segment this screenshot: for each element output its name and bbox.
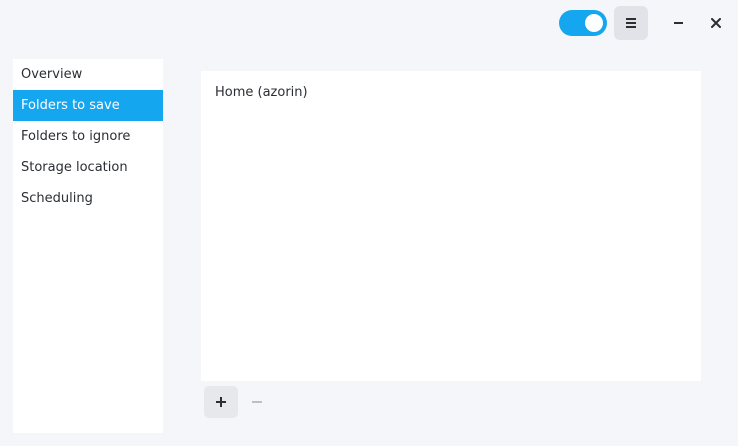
minimize-button[interactable] — [663, 8, 693, 38]
sidebar-item-folders-to-save[interactable]: Folders to save — [13, 90, 163, 121]
sidebar-item-storage-location[interactable]: Storage location — [13, 152, 163, 183]
sidebar-item-label: Folders to save — [21, 98, 120, 113]
minus-icon — [252, 401, 262, 403]
close-icon — [711, 18, 721, 28]
folder-label: Home (azorin) — [215, 85, 308, 100]
plus-icon — [216, 397, 226, 407]
sidebar-item-label: Storage location — [21, 160, 128, 175]
sidebar-item-label: Scheduling — [21, 191, 93, 206]
main-menu-button[interactable] — [614, 6, 648, 40]
app-window: Overview Folders to save Folders to igno… — [0, 0, 738, 446]
sidebar-item-folders-to-ignore[interactable]: Folders to ignore — [13, 121, 163, 152]
sidebar: Overview Folders to save Folders to igno… — [13, 59, 163, 433]
remove-folder-button[interactable] — [240, 386, 274, 418]
sidebar-item-label: Folders to ignore — [21, 129, 131, 144]
sidebar-item-overview[interactable]: Overview — [13, 59, 163, 90]
hamburger-menu-icon — [626, 18, 636, 28]
sidebar-item-label: Overview — [21, 67, 83, 82]
add-folder-button[interactable] — [204, 386, 238, 418]
close-button[interactable] — [701, 8, 731, 38]
list-item[interactable]: Home (azorin) — [201, 71, 701, 115]
sidebar-item-scheduling[interactable]: Scheduling — [13, 183, 163, 214]
minimize-icon — [673, 22, 683, 24]
backup-toggle-switch[interactable] — [559, 10, 607, 36]
toggle-knob — [585, 14, 603, 32]
folders-to-save-list: Home (azorin) — [201, 71, 701, 381]
